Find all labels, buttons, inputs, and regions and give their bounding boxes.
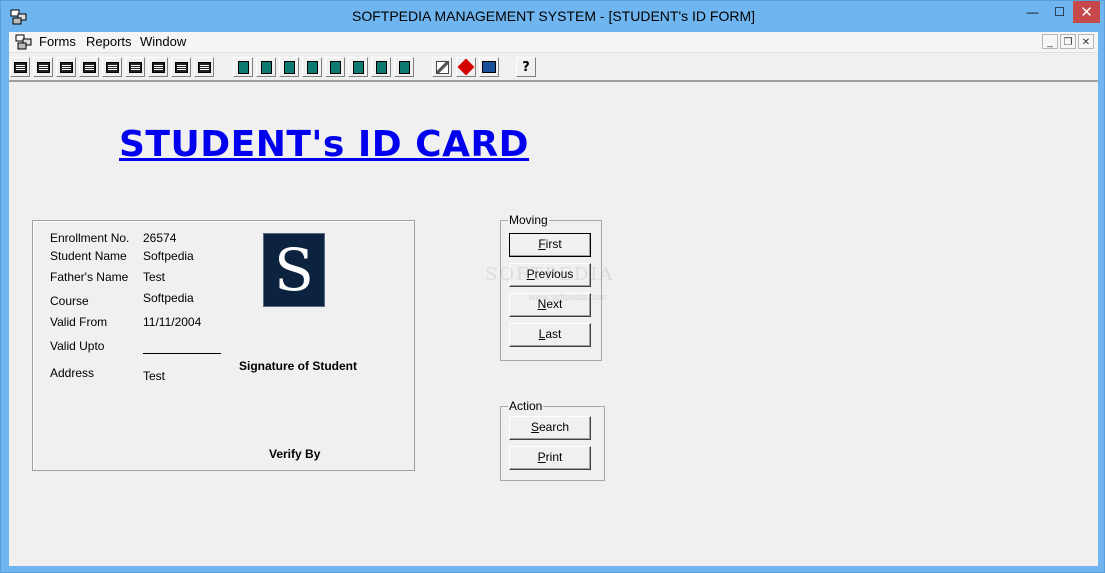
- signature-line: [143, 353, 221, 354]
- toolbar-form-button-6[interactable]: [125, 57, 145, 77]
- watermark-url: www.softpedia.com: [529, 292, 607, 302]
- menu-forms[interactable]: Forms: [39, 34, 76, 49]
- mdi-restore-button[interactable]: ❐: [1060, 34, 1076, 49]
- toolbar-help-button[interactable]: ?: [516, 57, 536, 77]
- father-name-label: Father's Name: [50, 270, 129, 284]
- toolbar-report-button-3[interactable]: [279, 57, 299, 77]
- toolbar-report-button-6[interactable]: [348, 57, 368, 77]
- enrollment-value: 26574: [143, 231, 177, 245]
- toolbar-chart-button[interactable]: [479, 57, 499, 77]
- print-button[interactable]: Print: [509, 446, 591, 470]
- action-group-title: Action: [508, 399, 544, 413]
- form-icon: [36, 61, 50, 73]
- signature-label: Signature of Student: [239, 359, 357, 373]
- mdi-child-icon[interactable]: [15, 33, 33, 51]
- report-icon: [352, 60, 364, 74]
- form-icon: [13, 61, 27, 73]
- form-icon: [197, 61, 211, 73]
- form-icon: [82, 61, 96, 73]
- toolbar-report-button-2[interactable]: [256, 57, 276, 77]
- toolbar-form-button-4[interactable]: [79, 57, 99, 77]
- address-value: Test: [143, 369, 166, 383]
- title-bar[interactable]: SOFTPEDIA MANAGEMENT SYSTEM - [STUDENT's…: [1, 1, 1105, 32]
- moving-group-title: Moving: [508, 213, 549, 227]
- father-name-value: Test: [143, 270, 166, 284]
- photo-letter: S: [274, 236, 314, 304]
- moving-group: Moving First Previous Next Last: [500, 213, 602, 361]
- toolbar-form-button-7[interactable]: [148, 57, 168, 77]
- toolbar-book-button[interactable]: [456, 57, 476, 77]
- form-icon: [128, 61, 142, 73]
- search-button[interactable]: Search: [509, 416, 591, 440]
- book-icon: [457, 58, 475, 76]
- mdi-close-button[interactable]: ✕: [1078, 34, 1094, 49]
- valid-from-label: Valid From: [50, 315, 108, 329]
- student-name-label: Student Name: [50, 249, 127, 263]
- client-area: Forms Reports Window _ ❐ ✕ ? STUDENT's I…: [9, 32, 1098, 566]
- report-icon: [398, 60, 410, 74]
- toolbar-form-button-9[interactable]: [194, 57, 214, 77]
- toolbar-report-button-8[interactable]: [394, 57, 414, 77]
- window-title: SOFTPEDIA MANAGEMENT SYSTEM - [STUDENT's…: [352, 8, 755, 24]
- address-label: Address: [50, 366, 95, 380]
- maximize-button[interactable]: ☐: [1046, 1, 1073, 23]
- watermark: SOFTPEDIA: [485, 264, 615, 285]
- report-icon: [329, 60, 341, 74]
- toolbar-report-button-7[interactable]: [371, 57, 391, 77]
- enrollment-label: Enrollment No.: [50, 231, 130, 245]
- menu-reports[interactable]: Reports: [86, 34, 132, 49]
- toolbar-form-button-8[interactable]: [171, 57, 191, 77]
- toolbar: ?: [9, 53, 1098, 82]
- page-title: STUDENT's ID CARD: [119, 124, 530, 165]
- menu-window[interactable]: Window: [140, 34, 186, 49]
- mdi-minimize-button[interactable]: _: [1042, 34, 1058, 49]
- menu-bar: Forms Reports Window _ ❐ ✕: [9, 32, 1098, 53]
- action-group: Action Search Print: [500, 399, 605, 481]
- report-icon: [375, 60, 387, 74]
- id-card: Enrollment No. 26574 Student Name Softpe…: [32, 220, 415, 471]
- form-icon: [105, 61, 119, 73]
- chart-icon: [482, 61, 496, 73]
- minimize-button[interactable]: —: [1019, 1, 1046, 23]
- form-icon: [59, 61, 73, 73]
- course-label: Course: [50, 294, 89, 308]
- form-icon: [174, 61, 188, 73]
- tools-icon: [435, 60, 449, 74]
- toolbar-tools-button[interactable]: [432, 57, 452, 77]
- course-value: Softpedia: [143, 291, 194, 305]
- report-icon: [237, 60, 249, 74]
- toolbar-report-button-1[interactable]: [233, 57, 253, 77]
- report-icon: [283, 60, 295, 74]
- last-button[interactable]: Last: [509, 323, 591, 347]
- toolbar-form-button-5[interactable]: [102, 57, 122, 77]
- toolbar-report-button-5[interactable]: [325, 57, 345, 77]
- student-photo: S: [263, 233, 325, 307]
- valid-from-value: 11/11/2004: [143, 315, 202, 329]
- toolbar-report-button-4[interactable]: [302, 57, 322, 77]
- help-icon: ?: [522, 59, 530, 75]
- verify-label: Verify By: [269, 447, 321, 461]
- report-icon: [306, 60, 318, 74]
- report-icon: [260, 60, 272, 74]
- toolbar-form-button-1[interactable]: [10, 57, 30, 77]
- student-name-value: Softpedia: [143, 249, 194, 263]
- valid-upto-label: Valid Upto: [50, 339, 105, 353]
- form-icon: [151, 61, 165, 73]
- toolbar-form-button-3[interactable]: [56, 57, 76, 77]
- first-button[interactable]: First: [509, 233, 591, 257]
- app-window: SOFTPEDIA MANAGEMENT SYSTEM - [STUDENT's…: [0, 0, 1105, 573]
- close-button[interactable]: ✕: [1073, 1, 1100, 23]
- toolbar-form-button-2[interactable]: [33, 57, 53, 77]
